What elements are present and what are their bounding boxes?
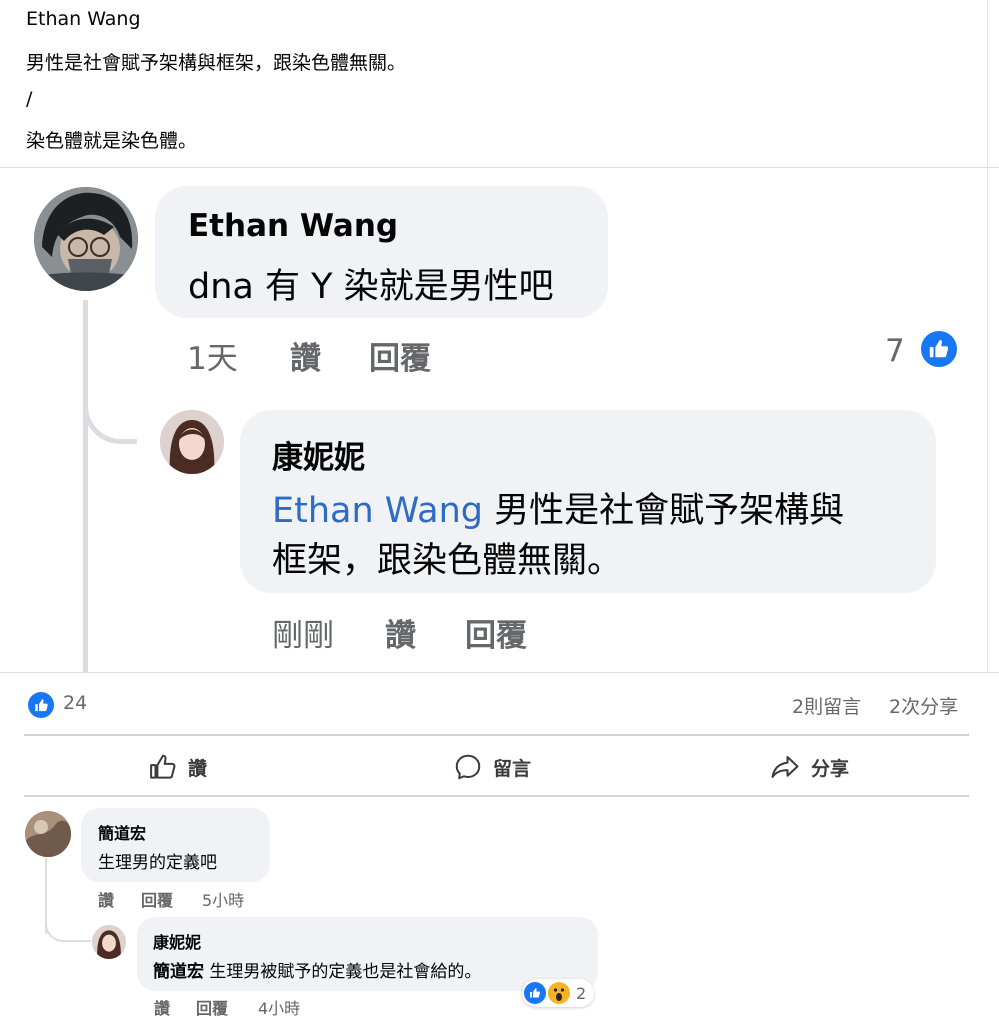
comment-count[interactable]: 2則留言 <box>792 692 861 719</box>
reply-text-line-1: Ethan Wang 男性是社會賦予架構與 <box>272 482 844 533</box>
reply-reply-button[interactable]: 回覆 <box>196 995 228 1019</box>
avatar[interactable] <box>92 925 126 959</box>
reply-text: 生理男被賦予的定義也是社會給的。 <box>204 962 482 982</box>
divider <box>24 795 969 797</box>
comment-like-button[interactable]: 讚 <box>290 333 321 378</box>
like-icon <box>150 754 176 779</box>
comment-like-button[interactable]: 讚 <box>98 887 114 911</box>
comment-reply-button[interactable]: 回覆 <box>141 887 173 911</box>
reply-author[interactable]: 康妮妮 <box>153 929 201 953</box>
avatar[interactable] <box>160 410 224 474</box>
comment-bubble: Ethan Wang dna 有 Y 染就是男性吧 <box>155 186 608 318</box>
share-button[interactable]: 分享 <box>769 750 849 784</box>
post-author[interactable]: Ethan Wang <box>26 8 141 30</box>
reply-text: 男性是社會賦予架構與 <box>483 491 845 531</box>
thread-line <box>83 300 88 673</box>
reply-bubble: 康妮妮 Ethan Wang 男性是社會賦予架構與 框架，跟染色體無關。 <box>240 410 936 593</box>
thread-connector <box>45 910 91 942</box>
comment-button[interactable]: 留言 <box>453 750 531 784</box>
reply-author[interactable]: 康妮妮 <box>272 432 365 477</box>
reply-like-button[interactable]: 讚 <box>154 995 170 1019</box>
like-icon[interactable] <box>918 328 960 370</box>
comment-reply-button[interactable]: 回覆 <box>369 333 431 378</box>
comment-text: dna 有 Y 染就是男性吧 <box>188 267 554 307</box>
like-icon[interactable] <box>28 692 54 718</box>
like-label: 讚 <box>188 757 208 780</box>
reply-time: 4小時 <box>258 999 301 1018</box>
share-icon <box>771 756 799 778</box>
reply-text-line-2: 框架，跟染色體無關。 <box>272 541 623 581</box>
thread-connector <box>83 388 137 444</box>
reaction-count[interactable]: 24 <box>63 692 87 714</box>
mention-link[interactable]: Ethan Wang <box>272 491 483 531</box>
comment-author[interactable]: 簡道宏 <box>98 820 146 844</box>
share-count[interactable]: 2次分享 <box>889 692 958 719</box>
comment-text: 生理男的定義吧 <box>98 853 217 873</box>
wow-icon <box>548 982 570 1004</box>
comment-author[interactable]: Ethan Wang <box>188 208 398 244</box>
share-label: 分享 <box>811 757 850 780</box>
post-line-3: 染色體就是染色體。 <box>26 130 198 152</box>
comment-bubble: 簡道宏 生理男的定義吧 <box>81 808 270 882</box>
comment-label: 留言 <box>493 757 532 780</box>
reply-like-button[interactable]: 讚 <box>385 610 416 655</box>
comment-time: 1天 <box>187 341 238 377</box>
like-button[interactable]: 讚 <box>148 750 207 784</box>
reply-time: 剛剛 <box>272 618 334 654</box>
comment-time: 5小時 <box>202 891 245 910</box>
mention-link[interactable]: 簡道宏 <box>153 962 204 982</box>
avatar[interactable] <box>34 187 138 291</box>
reply-text-line: 簡道宏 生理男被賦予的定義也是社會給的。 <box>153 957 481 982</box>
embedded-comment-screenshot: Ethan Wang dna 有 Y 染就是男性吧 1天 讚 回覆 7 康妮妮 … <box>0 168 999 673</box>
post-line-2: / <box>26 88 33 110</box>
divider <box>0 672 999 673</box>
avatar[interactable] <box>25 811 71 857</box>
post-line-1: 男性是社會賦予架構與框架，跟染色體無關。 <box>26 52 407 74</box>
reaction-count: 2 <box>576 983 587 1003</box>
reply-reply-button[interactable]: 回覆 <box>465 610 527 655</box>
reaction-count: 7 <box>885 333 905 369</box>
like-icon <box>524 982 546 1004</box>
divider <box>24 734 969 736</box>
reaction-summary[interactable]: 2 <box>522 979 595 1007</box>
comment-icon <box>455 754 481 780</box>
